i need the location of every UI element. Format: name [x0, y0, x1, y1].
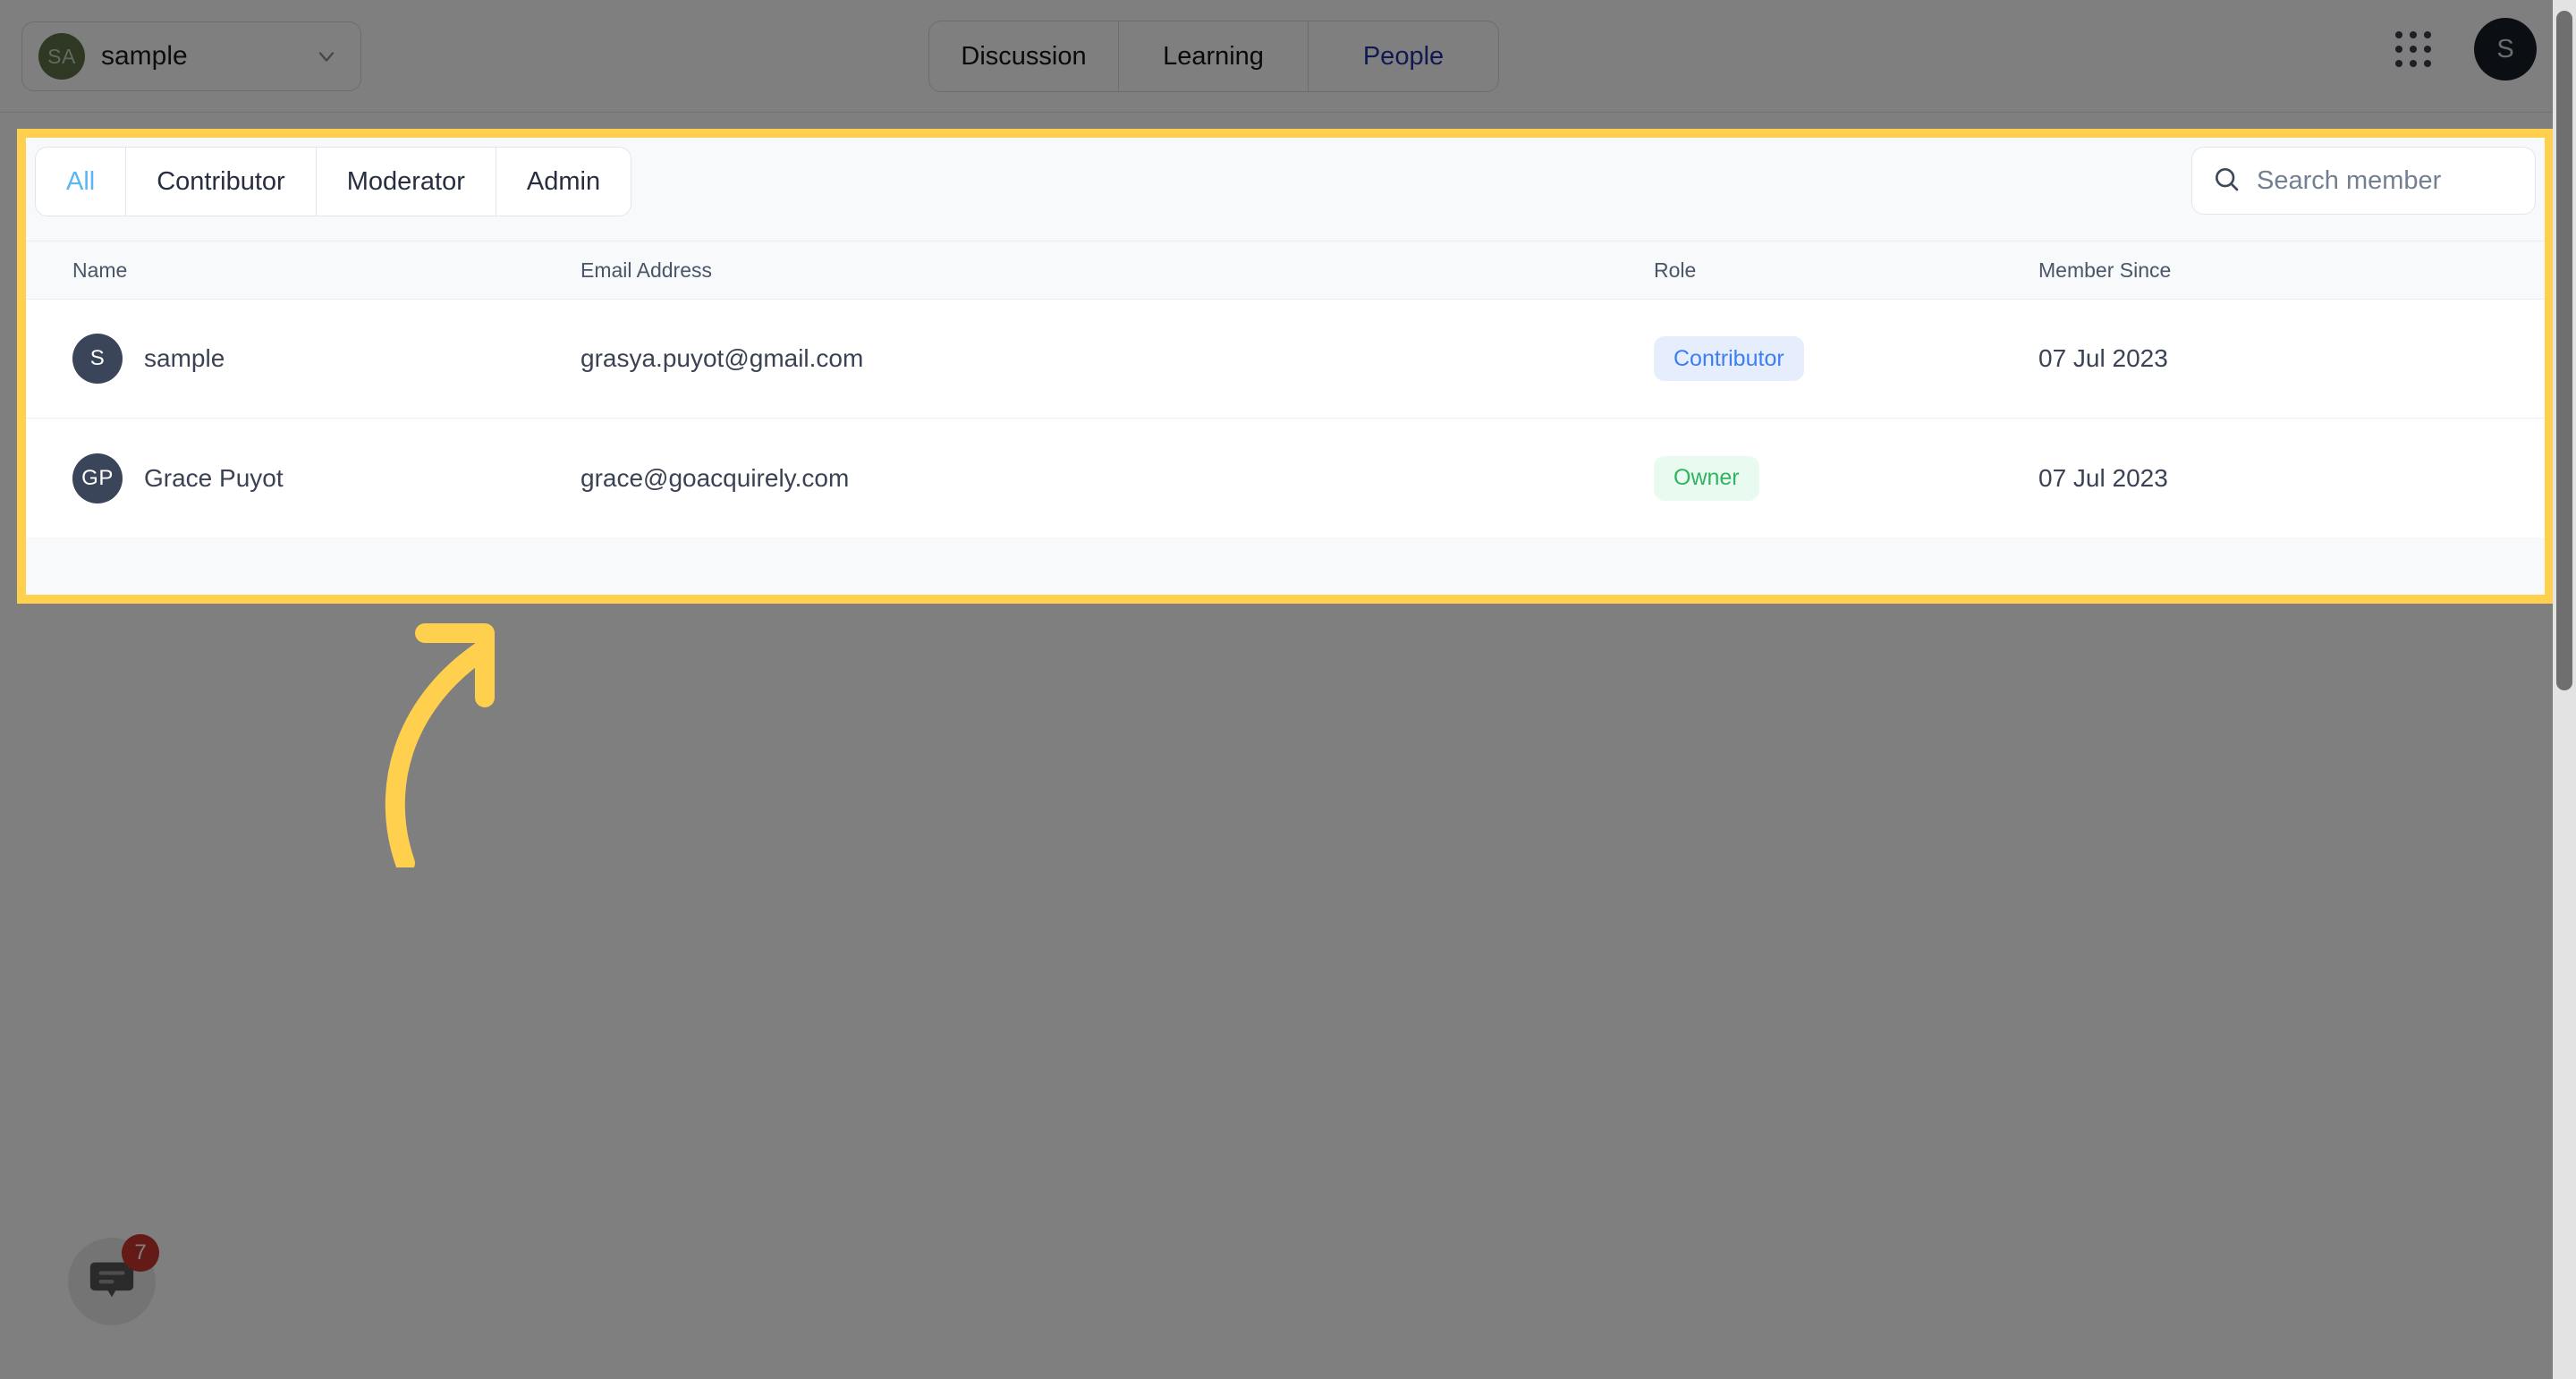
app-root: SA sample Discussion Learning People S — [0, 0, 2576, 1379]
member-name: Grace Puyot — [144, 463, 284, 492]
table-header-row: Name Email Address Role Member Since — [26, 241, 2545, 300]
status-badge: Contributor — [1654, 336, 1804, 381]
scrollbar-thumb[interactable] — [2556, 11, 2572, 690]
filter-tab-all[interactable]: All — [36, 148, 127, 216]
avatar: GP — [72, 453, 123, 503]
cell-name: GP Grace Puyot — [26, 453, 580, 503]
member-name: sample — [144, 344, 225, 372]
column-header-role: Role — [1654, 258, 1697, 282]
filter-bar: All Contributor Moderator Admin — [26, 138, 2545, 241]
role-filter-tabs: All Contributor Moderator Admin — [35, 147, 632, 216]
cell-role: Contributor — [1654, 336, 2038, 381]
table-row[interactable]: GP Grace Puyot grace@goacquirely.com Own… — [26, 419, 2545, 537]
column-header-email: Email Address — [580, 258, 713, 282]
filter-tab-admin[interactable]: Admin — [496, 148, 631, 216]
search-icon — [2212, 165, 2241, 198]
avatar: S — [72, 334, 123, 384]
column-header-member-since: Member Since — [2038, 258, 2172, 282]
status-badge: Owner — [1654, 455, 1759, 501]
cell-role: Owner — [1654, 455, 2038, 501]
filter-tab-moderator[interactable]: Moderator — [317, 148, 496, 216]
member-since: 07 Jul 2023 — [2038, 344, 2168, 372]
search-input[interactable] — [2257, 165, 2515, 196]
people-panel-highlight: All Contributor Moderator Admin Name Ema… — [17, 129, 2554, 604]
member-email: grasya.puyot@gmail.com — [580, 344, 864, 372]
column-header-name: Name — [72, 258, 128, 282]
search-member-box[interactable] — [2191, 147, 2536, 215]
members-table: Name Email Address Role Member Since S s… — [26, 241, 2545, 537]
member-email: grace@goacquirely.com — [580, 463, 850, 492]
filter-tab-contributor[interactable]: Contributor — [126, 148, 317, 216]
member-since: 07 Jul 2023 — [2038, 463, 2168, 492]
table-row[interactable]: S sample grasya.puyot@gmail.com Contribu… — [26, 300, 2545, 419]
cell-name: S sample — [26, 334, 580, 384]
